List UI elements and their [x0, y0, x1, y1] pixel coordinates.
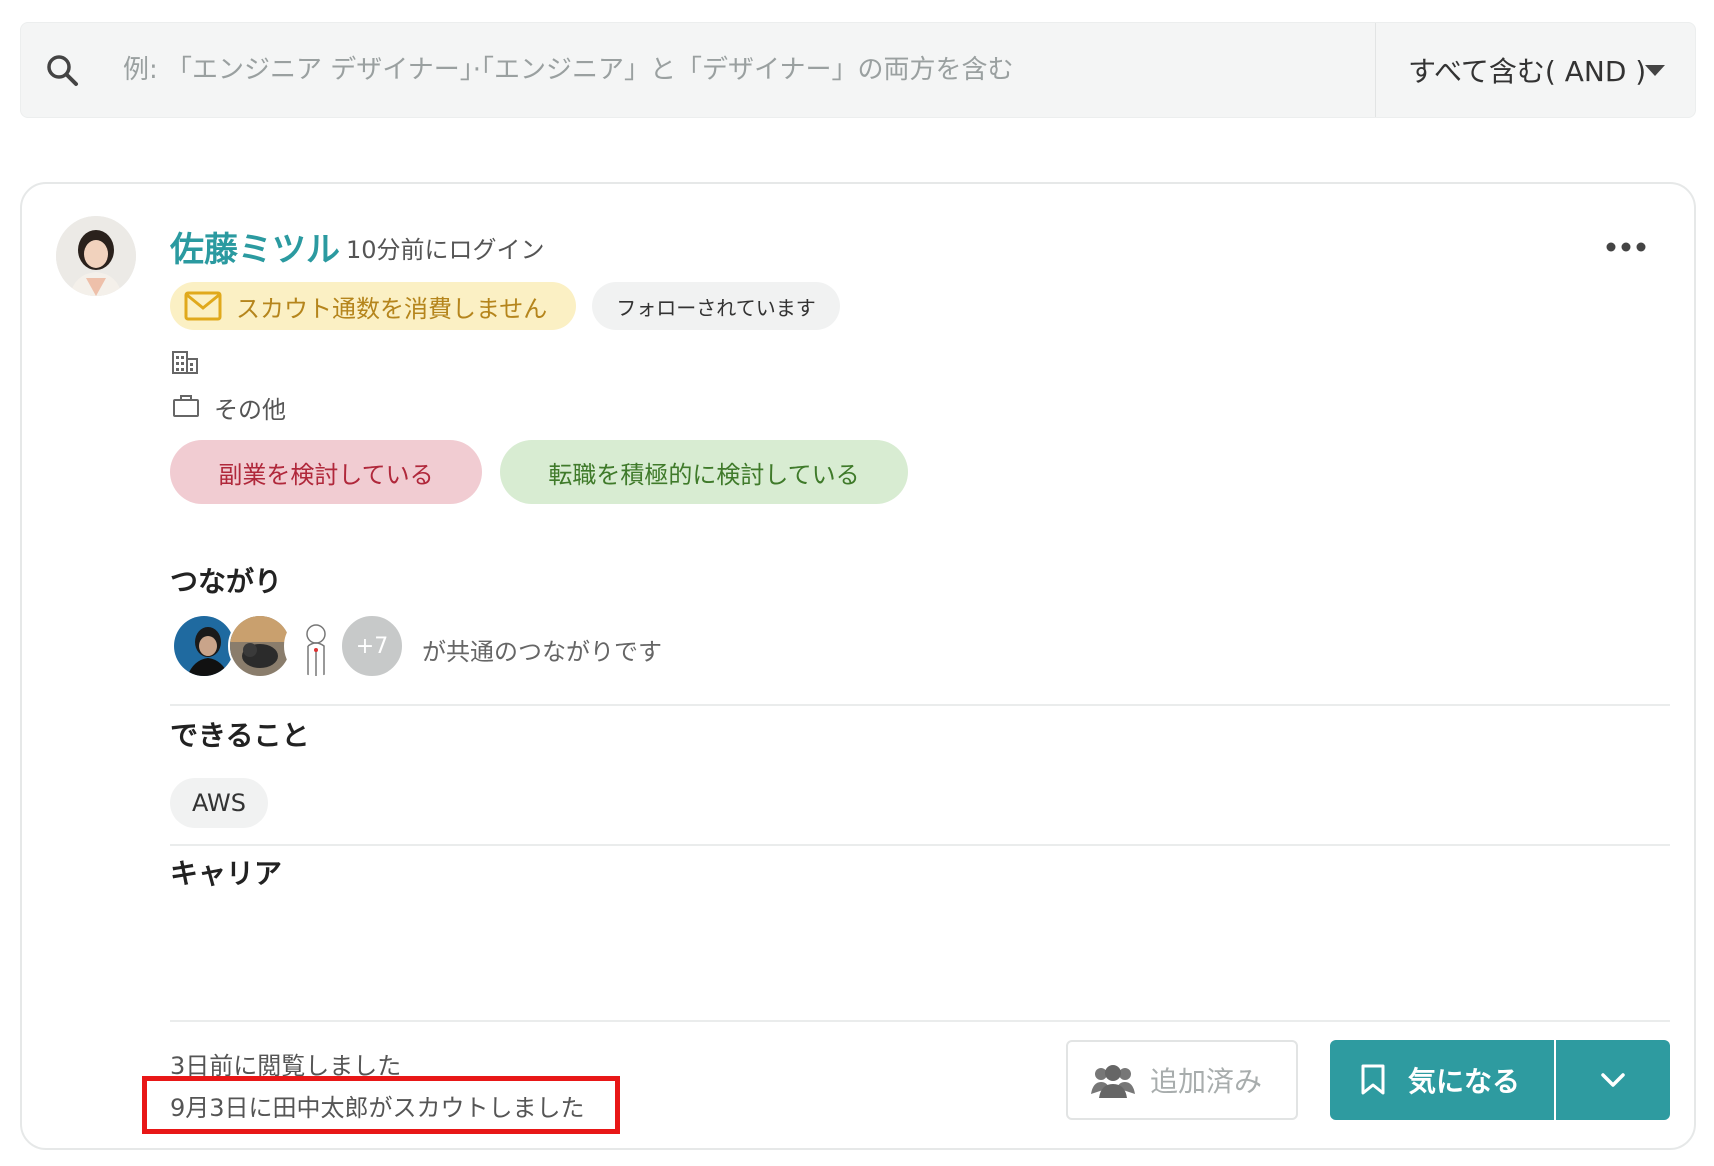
job-category: その他 — [214, 396, 286, 424]
scout-history: 9月3日に田中太郎がスカウトしました — [170, 1094, 585, 1122]
connection-avatar[interactable] — [228, 614, 292, 678]
divider — [170, 1020, 1670, 1022]
connection-avatar[interactable] — [284, 614, 348, 678]
bookmark-icon — [1361, 1064, 1385, 1095]
like-dropdown-button[interactable] — [1556, 1040, 1670, 1120]
connections-title: つながり — [170, 565, 283, 598]
career-title: キャリア — [170, 857, 283, 890]
search-mode-label: すべて含む( AND ) — [1408, 55, 1647, 88]
added-button[interactable]: 追加済み — [1066, 1040, 1298, 1120]
like-button[interactable]: 気になる — [1330, 1040, 1554, 1120]
following-badge: フォローされています — [592, 282, 840, 330]
divider — [170, 704, 1670, 706]
briefcase-icon — [173, 395, 199, 417]
scout-free-badge: スカウト通数を消費しません — [170, 282, 576, 330]
more-horizontal-icon[interactable] — [1604, 240, 1648, 254]
like-label: 気になる — [1408, 1065, 1521, 1098]
avatar-image — [56, 216, 136, 296]
users-icon — [1091, 1065, 1135, 1098]
connections-row: +7 が共通のつながりです — [172, 614, 872, 678]
scout-free-label: スカウト通数を消費しません — [236, 294, 548, 323]
login-status: 10分前にログイン — [346, 236, 545, 264]
search-input[interactable] — [103, 23, 1393, 117]
skill-chip: AWS — [170, 778, 268, 828]
profile-card: 佐藤ミツル 10分前にログイン スカウト通数を消費しません フォローされています… — [20, 182, 1696, 1150]
profile-name[interactable]: 佐藤ミツル — [170, 222, 340, 271]
connections-text: が共通のつながりです — [422, 638, 662, 666]
added-label: 追加済み — [1150, 1065, 1263, 1098]
search-bar: すべて含む( AND ) — [20, 22, 1696, 118]
avatar[interactable] — [56, 216, 136, 296]
mail-icon — [184, 291, 222, 321]
skills-title: できること — [170, 719, 310, 752]
building-icon — [172, 351, 198, 374]
caret-down-icon — [1645, 65, 1665, 76]
chevron-down-icon — [1601, 1073, 1625, 1087]
connections-more-count[interactable]: +7 — [340, 614, 404, 678]
divider — [170, 844, 1670, 846]
search-icon — [47, 55, 78, 86]
search-mode-select[interactable]: すべて含む( AND ) — [1375, 23, 1695, 117]
side-job-tag: 副業を検討している — [170, 440, 482, 504]
job-change-tag: 転職を積極的に検討している — [500, 440, 908, 504]
connection-avatar[interactable] — [172, 614, 236, 678]
